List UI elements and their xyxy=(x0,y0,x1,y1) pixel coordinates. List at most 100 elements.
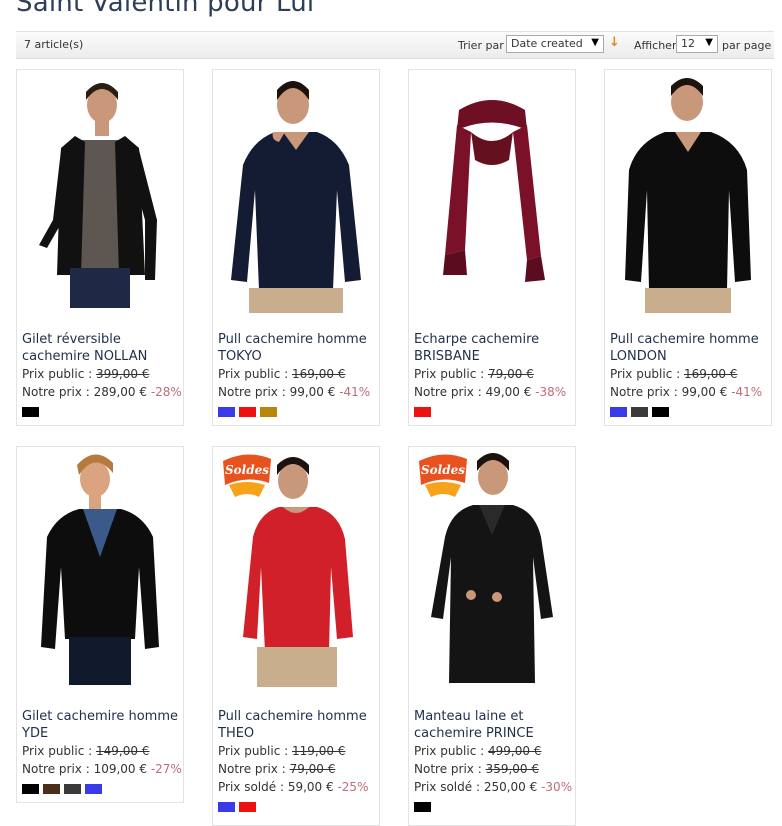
public-price-line: Prix public : 169,00 € xyxy=(218,367,345,381)
toolbar: 7 article(s) Trier par Date created ▼ ↓ … xyxy=(16,31,774,59)
discount-badge: -28% xyxy=(150,385,182,399)
product-name[interactable]: Echarpe cachemire BRISBANE xyxy=(414,331,574,365)
public-price: 399,00 € xyxy=(96,367,150,381)
sort-select-value: Date created xyxy=(511,37,583,50)
discount-badge: -38% xyxy=(535,385,567,399)
our-price-label: Notre prix : xyxy=(414,385,482,399)
color-swatch[interactable] xyxy=(652,407,669,417)
article-count: 7 article(s) xyxy=(24,38,84,51)
color-swatch[interactable] xyxy=(85,784,102,794)
public-price: 169,00 € xyxy=(684,367,738,381)
sale-price-line: Prix soldé : 250,00 € -30% xyxy=(414,780,572,794)
public-price-line: Prix public : 119,00 € xyxy=(218,744,345,758)
public-price-line: Prix public : 79,00 € xyxy=(414,367,534,381)
sale-price-label: Prix soldé : xyxy=(218,780,284,794)
color-swatch[interactable] xyxy=(239,802,256,812)
sale-badge-label: Soldes xyxy=(421,463,465,477)
product-card[interactable]: Gilet réversible cachemire NOLLAN Prix p… xyxy=(16,69,184,426)
sale-price: 59,00 € xyxy=(287,780,334,794)
chevron-down-icon: ▼ xyxy=(591,37,599,48)
color-swatch[interactable] xyxy=(64,784,81,794)
color-swatches xyxy=(610,407,669,417)
our-price: 49,00 € xyxy=(485,385,532,399)
public-price: 169,00 € xyxy=(292,367,346,381)
per-page-label: par page xyxy=(722,39,772,52)
our-price-line: Notre prix : 99,00 € -41% xyxy=(218,385,370,399)
sale-price-line: Prix soldé : 59,00 € -25% xyxy=(218,780,368,794)
our-price: 79,00 € xyxy=(289,762,336,776)
product-name[interactable]: Gilet réversible cachemire NOLLAN xyxy=(22,331,182,365)
color-swatch[interactable] xyxy=(260,407,277,417)
sale-price-label: Prix soldé : xyxy=(414,780,480,794)
discount-badge: -27% xyxy=(150,762,182,776)
product-card[interactable]: Echarpe cachemire BRISBANE Prix public :… xyxy=(408,69,576,426)
our-price-label: Notre prix : xyxy=(414,762,482,776)
our-price-label: Notre prix : xyxy=(610,385,678,399)
sort-label: Trier par xyxy=(458,39,504,52)
discount-badge: -25% xyxy=(337,780,369,794)
product-image[interactable] xyxy=(409,70,575,320)
color-swatches xyxy=(218,407,277,417)
color-swatch[interactable] xyxy=(414,407,431,417)
product-image[interactable] xyxy=(605,70,771,320)
per-page-select[interactable]: 12 ▼ xyxy=(676,35,718,53)
public-price-line: Prix public : 399,00 € xyxy=(22,367,149,381)
sale-badge-icon: Soldes xyxy=(223,454,271,497)
product-name[interactable]: Pull cachemire homme TOKYO xyxy=(218,331,378,365)
our-price-label: Notre prix : xyxy=(218,762,286,776)
color-swatch[interactable] xyxy=(414,802,431,812)
public-price-label: Prix public : xyxy=(22,367,93,381)
color-swatches xyxy=(414,802,431,812)
public-price: 499,00 € xyxy=(488,744,542,758)
product-image[interactable] xyxy=(213,70,379,320)
public-price-line: Prix public : 169,00 € xyxy=(610,367,737,381)
color-swatch[interactable] xyxy=(239,407,256,417)
product-card[interactable]: Pull cachemire homme LONDON Prix public … xyxy=(604,69,772,426)
our-price: 99,00 € xyxy=(681,385,728,399)
product-card[interactable]: Gilet cachemire homme YDE Prix public : … xyxy=(16,446,184,803)
color-swatch[interactable] xyxy=(43,784,60,794)
sale-badge-icon: Soldes xyxy=(419,454,467,497)
our-price-line: Notre prix : 49,00 € -38% xyxy=(414,385,566,399)
product-card[interactable]: Soldes Pull cachemire homme THEO Prix pu… xyxy=(212,446,380,826)
color-swatch[interactable] xyxy=(610,407,627,417)
color-swatches xyxy=(218,802,256,812)
public-price-line: Prix public : 149,00 € xyxy=(22,744,149,758)
discount-badge: -41% xyxy=(339,385,371,399)
color-swatch[interactable] xyxy=(22,784,39,794)
product-image[interactable] xyxy=(17,70,183,320)
our-price-line: Notre prix : 109,00 € -27% xyxy=(22,762,182,776)
product-name[interactable]: Manteau laine et cachemire PRINCE xyxy=(414,708,574,742)
product-card[interactable]: Pull cachemire homme TOKYO Prix public :… xyxy=(212,69,380,426)
discount-badge: -41% xyxy=(731,385,763,399)
show-label: Afficher xyxy=(634,39,677,52)
our-price-line: Notre prix : 79,00 € xyxy=(218,762,335,776)
public-price-label: Prix public : xyxy=(218,367,289,381)
product-name[interactable]: Pull cachemire homme LONDON xyxy=(610,331,770,365)
public-price-label: Prix public : xyxy=(22,744,93,758)
color-swatch[interactable] xyxy=(218,407,235,417)
public-price-label: Prix public : xyxy=(414,744,485,758)
public-price: 149,00 € xyxy=(96,744,150,758)
product-image[interactable] xyxy=(17,447,183,697)
chevron-down-icon: ▼ xyxy=(705,37,713,48)
sale-badge-label: Soldes xyxy=(225,463,269,477)
public-price-label: Prix public : xyxy=(414,367,485,381)
sale-price: 250,00 € xyxy=(483,780,538,794)
product-name[interactable]: Pull cachemire homme THEO xyxy=(218,708,378,742)
product-name[interactable]: Gilet cachemire homme YDE xyxy=(22,708,182,742)
our-price-line: Notre prix : 99,00 € -41% xyxy=(610,385,762,399)
sort-select[interactable]: Date created ▼ xyxy=(506,35,604,53)
product-card[interactable]: Soldes Manteau laine et cachemire PRINCE… xyxy=(408,446,576,826)
our-price-label: Notre prix : xyxy=(218,385,286,399)
our-price-label: Notre prix : xyxy=(22,385,90,399)
our-price: 109,00 € xyxy=(93,762,147,776)
our-price: 289,00 € xyxy=(93,385,147,399)
color-swatches xyxy=(22,407,39,417)
our-price-label: Notre prix : xyxy=(22,762,90,776)
public-price-label: Prix public : xyxy=(610,367,681,381)
color-swatch[interactable] xyxy=(22,407,39,417)
color-swatch[interactable] xyxy=(631,407,648,417)
color-swatch[interactable] xyxy=(218,802,235,812)
sort-direction-arrow-icon[interactable]: ↓ xyxy=(609,35,620,50)
